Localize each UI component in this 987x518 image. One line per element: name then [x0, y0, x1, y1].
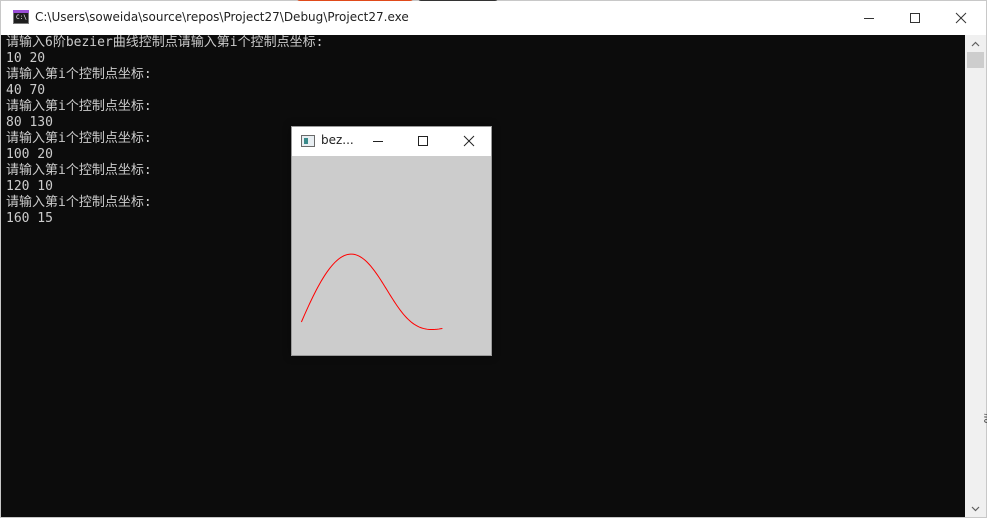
console-line: 请输入第i个控制点坐标: [6, 99, 152, 114]
close-button[interactable] [938, 1, 984, 35]
console-line: 请输入第i个控制点坐标: [6, 163, 152, 178]
console-lines: 请输入6阶bezier曲线控制点请输入第i个控制点坐标: 10 20 请输入第i个控… [6, 35, 323, 227]
bezier-drawing [300, 253, 443, 331]
bezier-close-button[interactable] [447, 127, 491, 155]
bezier-canvas[interactable] [292, 156, 491, 355]
title-bar[interactable]: C:\ C:\Users\soweida\source\repos\Projec… [1, 1, 986, 35]
console-line: 请输入6阶bezier曲线控制点请输入第i个控制点坐标: [6, 35, 324, 50]
window-title: C:\Users\soweida\source\repos\Project27\… [35, 10, 409, 24]
bezier-window-title: bez... [321, 133, 354, 147]
console-app-icon[interactable]: C:\ [13, 10, 29, 24]
bezier-maximize-button[interactable] [401, 127, 445, 155]
console-line: 请输入第i个控制点坐标: [6, 195, 152, 210]
bezier-curve [300, 253, 443, 331]
console-line: 160 15 [6, 211, 53, 226]
console-line: 请输入第i个控制点坐标: [6, 67, 152, 82]
close-icon [463, 135, 475, 147]
console-line: 40 70 [6, 83, 46, 98]
scroll-up-button[interactable] [965, 35, 986, 52]
scroll-thumb[interactable] [967, 52, 984, 68]
bezier-window[interactable]: bez... [291, 126, 492, 356]
bezier-minimize-button[interactable] [356, 127, 400, 155]
edge-glyph: ま [982, 409, 987, 426]
console-line: 100 20 [6, 147, 53, 162]
chevron-down-icon [971, 506, 980, 511]
scroll-down-button[interactable] [965, 500, 986, 517]
maximize-icon [418, 136, 428, 146]
minimize-icon [864, 18, 874, 19]
console-window: C:\ C:\Users\soweida\source\repos\Projec… [0, 0, 987, 518]
vertical-scrollbar[interactable] [965, 35, 986, 517]
bezier-title-bar[interactable]: bez... [292, 127, 491, 155]
console-line: 120 10 [6, 179, 53, 194]
maximize-icon [910, 13, 920, 23]
minimize-button[interactable] [846, 1, 892, 35]
console-app-icon-label: C:\ [16, 14, 27, 21]
console-line: 10 20 [6, 51, 46, 66]
maximize-button[interactable] [892, 1, 938, 35]
console-line: 请输入第i个控制点坐标: [6, 131, 152, 146]
close-icon [955, 12, 967, 24]
bezier-app-icon[interactable] [301, 135, 315, 147]
console-line: 80 130 [6, 115, 53, 130]
minimize-icon [373, 141, 383, 142]
chevron-up-icon [971, 41, 980, 46]
